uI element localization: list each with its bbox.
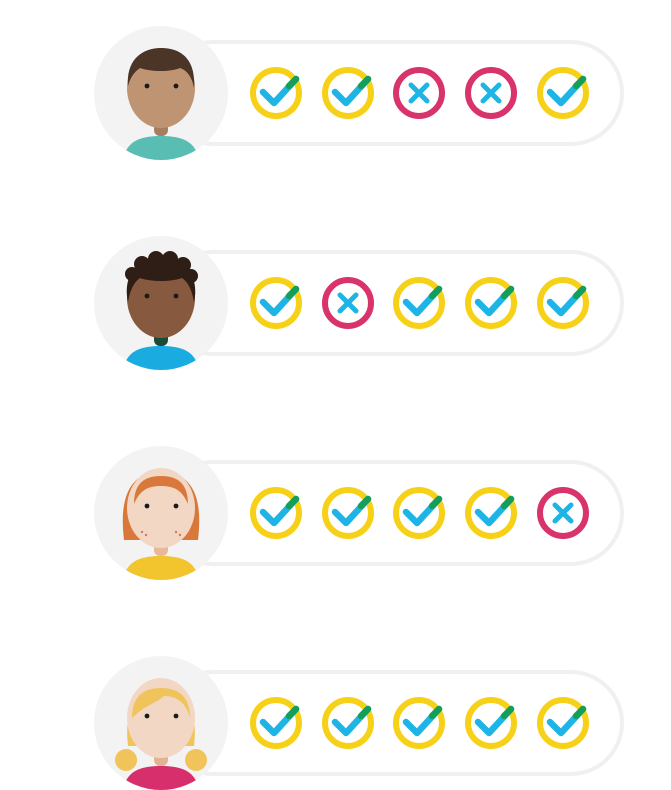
check-mark-icon	[248, 275, 304, 331]
cross-mark-icon	[535, 485, 591, 541]
cross-mark-icon	[463, 65, 519, 121]
check-mark-icon	[320, 695, 376, 751]
person-short-dark-hair-icon	[94, 26, 228, 160]
person-blonde-pigtails-icon	[94, 656, 228, 790]
avatar	[94, 26, 228, 160]
person-red-hair-freckles-icon	[94, 446, 228, 580]
result-row	[94, 26, 628, 160]
avatar	[94, 236, 228, 370]
cross-mark-icon	[391, 65, 447, 121]
result-row	[94, 236, 628, 370]
person-curly-hair-icon	[94, 236, 228, 370]
avatar	[94, 656, 228, 790]
check-mark-icon	[248, 695, 304, 751]
check-mark-icon	[391, 485, 447, 541]
check-mark-icon	[535, 65, 591, 121]
check-mark-icon	[463, 695, 519, 751]
result-row	[94, 446, 628, 580]
check-mark-icon	[463, 275, 519, 331]
check-mark-icon	[535, 695, 591, 751]
check-mark-icon	[391, 275, 447, 331]
check-mark-icon	[463, 485, 519, 541]
check-mark-icon	[535, 275, 591, 331]
cross-mark-icon	[320, 275, 376, 331]
check-mark-icon	[248, 65, 304, 121]
avatar	[94, 446, 228, 580]
check-mark-icon	[248, 485, 304, 541]
check-mark-icon	[320, 485, 376, 541]
check-mark-icon	[320, 65, 376, 121]
result-row	[94, 656, 628, 790]
check-mark-icon	[391, 695, 447, 751]
